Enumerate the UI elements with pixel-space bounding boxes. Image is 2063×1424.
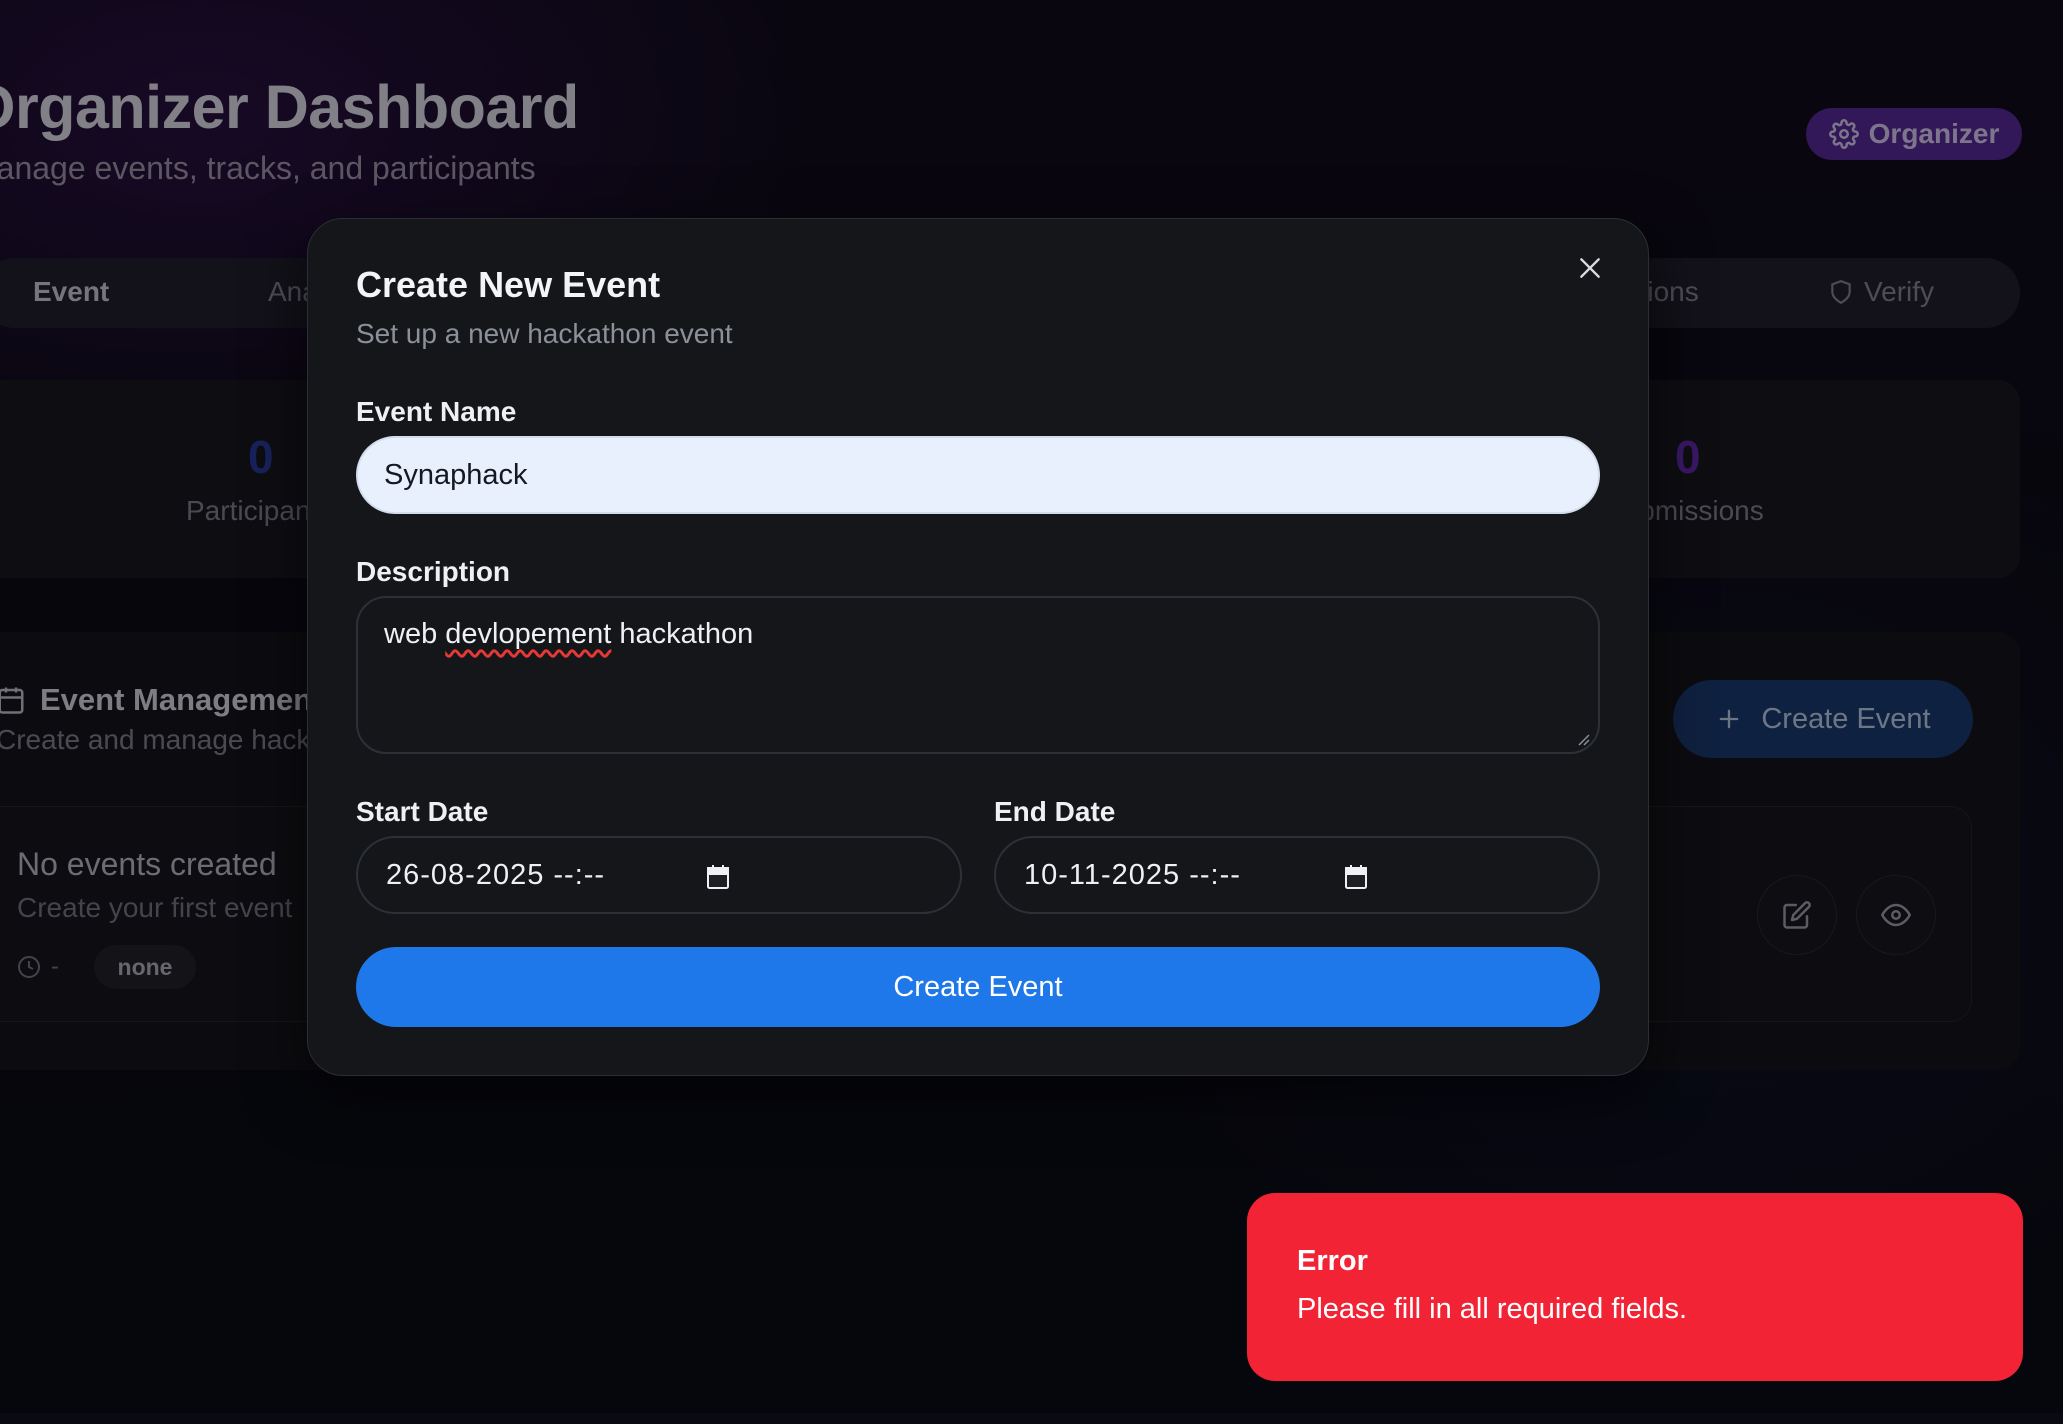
misspelled-word: devlopement — [445, 618, 612, 650]
start-date-value: 26-08-2025 --:-- — [386, 858, 606, 891]
end-date-value: 10-11-2025 --:-- — [1024, 858, 1241, 891]
calendar-icon[interactable] — [706, 864, 730, 890]
description-label: Description — [356, 556, 511, 587]
event-name-label: Event Name — [356, 396, 517, 427]
toast-message: Please fill in all required fields. — [1297, 1293, 1688, 1325]
end-date-input[interactable]: 10-11-2025 --:-- — [994, 836, 1600, 914]
event-name-input[interactable] — [356, 436, 1600, 514]
calendar-icon[interactable] — [1344, 864, 1368, 890]
start-date-input[interactable]: 26-08-2025 --:-- — [356, 836, 962, 914]
description-text-start: web — [384, 618, 446, 650]
close-button[interactable] — [1570, 248, 1610, 288]
resize-handle-icon[interactable] — [1576, 732, 1590, 746]
start-date-label: Start Date — [356, 796, 489, 827]
bottom-strip — [0, 1413, 2063, 1424]
close-icon — [1580, 258, 1600, 278]
description-textarea[interactable]: web devlopement hackathon — [356, 596, 1600, 754]
modal-title: Create New Event — [356, 264, 661, 305]
end-date-label: End Date — [994, 796, 1116, 827]
description-text-end: hackathon — [611, 618, 754, 650]
modal-subtitle: Set up a new hackathon event — [356, 318, 733, 349]
toast-title: Error — [1297, 1245, 1368, 1277]
error-toast[interactable]: Error Please fill in all required fields… — [1247, 1193, 2023, 1381]
create-event-submit-button[interactable]: Create Event — [356, 947, 1600, 1027]
